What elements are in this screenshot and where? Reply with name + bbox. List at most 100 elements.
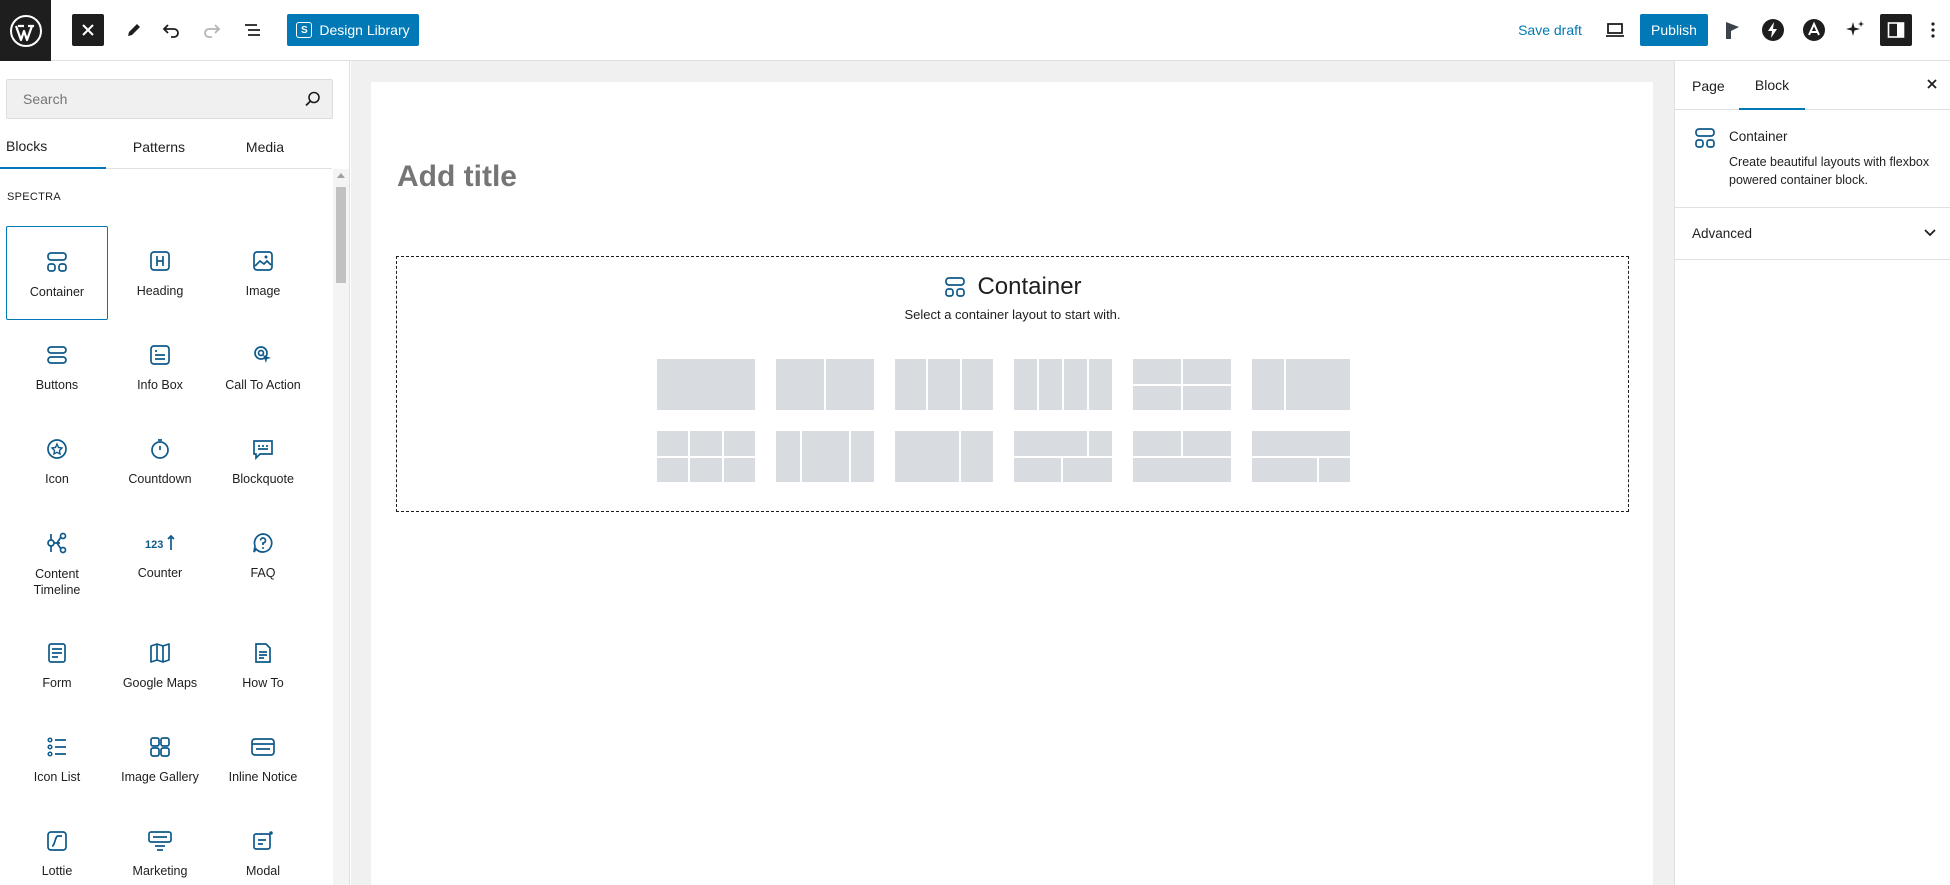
block-image-gallery[interactable]: Image Gallery — [109, 712, 211, 806]
sparkles-icon — [1846, 21, 1864, 36]
design-library-button[interactable]: S Design Library — [287, 14, 419, 46]
block-label: Countdown — [128, 472, 192, 486]
block-modal[interactable]: Modal — [212, 806, 314, 885]
layout-option-33-66[interactable] — [1252, 359, 1350, 410]
redo-button[interactable] — [196, 14, 228, 46]
inline-notice-icon — [251, 738, 275, 756]
container-block-placeholder[interactable]: Container Select a container layout to s… — [396, 256, 1629, 512]
block-content-timeline[interactable]: Content Timeline — [6, 508, 108, 618]
list-view-icon — [245, 24, 260, 36]
block-icon-list[interactable]: Icon List — [6, 712, 108, 806]
publish-button[interactable]: Publish — [1640, 14, 1708, 46]
block-marketing[interactable]: Marketing — [109, 806, 211, 885]
layout-option-mixed-grid-1[interactable] — [1014, 431, 1112, 482]
lottie-icon — [47, 831, 67, 851]
close-inserter-button[interactable] — [72, 14, 104, 46]
layout-option-25-50-25[interactable] — [776, 431, 874, 482]
container-icon — [47, 252, 67, 272]
marketing-icon — [148, 831, 172, 851]
block-call-to-action[interactable]: Call To Action — [212, 320, 314, 414]
form-icon — [48, 643, 66, 663]
block-label: Lottie — [41, 864, 73, 878]
tools-button[interactable] — [118, 14, 150, 46]
block-icon[interactable]: Icon — [6, 414, 108, 508]
advanced-panel-toggle[interactable]: Advanced — [1675, 208, 1950, 260]
block-buttons[interactable]: Buttons — [6, 320, 108, 414]
design-library-label: Design Library — [319, 22, 410, 38]
layout-option-66-33[interactable] — [895, 431, 993, 482]
block-image[interactable]: Image — [212, 226, 314, 320]
tab-page[interactable]: Page — [1692, 61, 1732, 110]
scroll-up-arrow-icon[interactable] — [337, 173, 345, 178]
layout-option-1-top-2-bottom[interactable] — [1252, 431, 1350, 482]
tab-block[interactable]: Block — [1739, 61, 1805, 110]
container-icon — [945, 277, 966, 297]
block-lottie[interactable]: Lottie — [6, 806, 108, 885]
plugin-button-1[interactable] — [1717, 14, 1749, 46]
pencil-icon — [128, 24, 140, 36]
layout-option-4-columns[interactable] — [1014, 359, 1112, 410]
preview-button[interactable] — [1599, 14, 1631, 46]
block-heading[interactable]: Heading — [109, 226, 211, 320]
close-icon[interactable] — [1925, 77, 1939, 91]
block-label: Icon — [45, 472, 69, 486]
block-label: Content Timeline — [33, 567, 81, 597]
content-timeline-icon — [47, 532, 67, 554]
container-title: Container — [977, 273, 1082, 300]
save-draft-button[interactable]: Save draft — [1512, 14, 1588, 46]
wordpress-logo-icon[interactable] — [0, 0, 51, 61]
tab-patterns[interactable]: Patterns — [106, 125, 212, 169]
layout-option-33-33-33[interactable] — [895, 359, 993, 410]
call-to-action-icon — [254, 346, 271, 363]
block-container[interactable]: Container — [6, 226, 108, 320]
undo-icon — [162, 24, 179, 38]
block-label: Marketing — [132, 864, 188, 878]
block-google-maps[interactable]: Google Maps — [109, 618, 211, 712]
block-blockquote[interactable]: Blockquote — [212, 414, 314, 508]
post-title-input[interactable]: Add title — [397, 160, 517, 194]
block-label: Image — [245, 284, 281, 298]
block-label: Image Gallery — [121, 770, 199, 784]
block-search — [6, 79, 333, 119]
icon-list-icon — [47, 737, 66, 757]
inserter-tabs: Blocks Patterns Media — [0, 125, 332, 169]
block-category-label: SPECTRA — [7, 191, 62, 203]
layout-option-100[interactable] — [657, 359, 755, 410]
flag-icon — [1726, 22, 1739, 39]
google-maps-icon — [150, 643, 170, 663]
svg-text:123: 123 — [145, 539, 163, 551]
search-icon — [305, 91, 320, 107]
layout-option-50-50[interactable] — [776, 359, 874, 410]
plugin-button-3[interactable] — [1798, 14, 1830, 46]
info-box-icon — [150, 345, 170, 365]
tab-media[interactable]: Media — [212, 125, 318, 169]
block-search-input[interactable] — [7, 80, 287, 118]
undo-button[interactable] — [155, 14, 187, 46]
container-instructions: Select a container layout to start with. — [904, 307, 1121, 322]
document-overview-button[interactable] — [237, 14, 269, 46]
block-countdown[interactable]: Countdown — [109, 414, 211, 508]
options-button[interactable] — [1922, 14, 1944, 46]
block-info-box[interactable]: Info Box — [109, 320, 211, 414]
block-inline-notice[interactable]: Inline Notice — [212, 712, 314, 806]
heading-icon — [150, 251, 170, 271]
block-faq[interactable]: FAQ — [212, 508, 314, 618]
scrollbar-thumb[interactable] — [336, 187, 346, 283]
layout-option-2-top-1-bottom[interactable] — [1133, 431, 1231, 482]
advanced-label: Advanced — [1692, 226, 1753, 241]
block-counter[interactable]: 123 Counter — [109, 508, 211, 618]
block-form[interactable]: Form — [6, 618, 108, 712]
layout-option-2x2-grid[interactable] — [1133, 359, 1231, 410]
block-how-to[interactable]: How To — [212, 618, 314, 712]
settings-button[interactable] — [1880, 14, 1912, 46]
block-label: Heading — [136, 284, 184, 298]
layout-option-3x2-grid[interactable] — [657, 431, 755, 482]
ai-button[interactable] — [1839, 14, 1871, 46]
block-label: Counter — [137, 566, 183, 580]
spectra-bolt-icon — [1762, 19, 1784, 41]
tab-blocks[interactable]: Blocks — [0, 125, 106, 169]
plugin-button-2[interactable] — [1757, 14, 1789, 46]
block-label: Buttons — [35, 378, 79, 392]
close-icon — [82, 24, 94, 36]
chevron-down-icon — [1924, 229, 1936, 237]
